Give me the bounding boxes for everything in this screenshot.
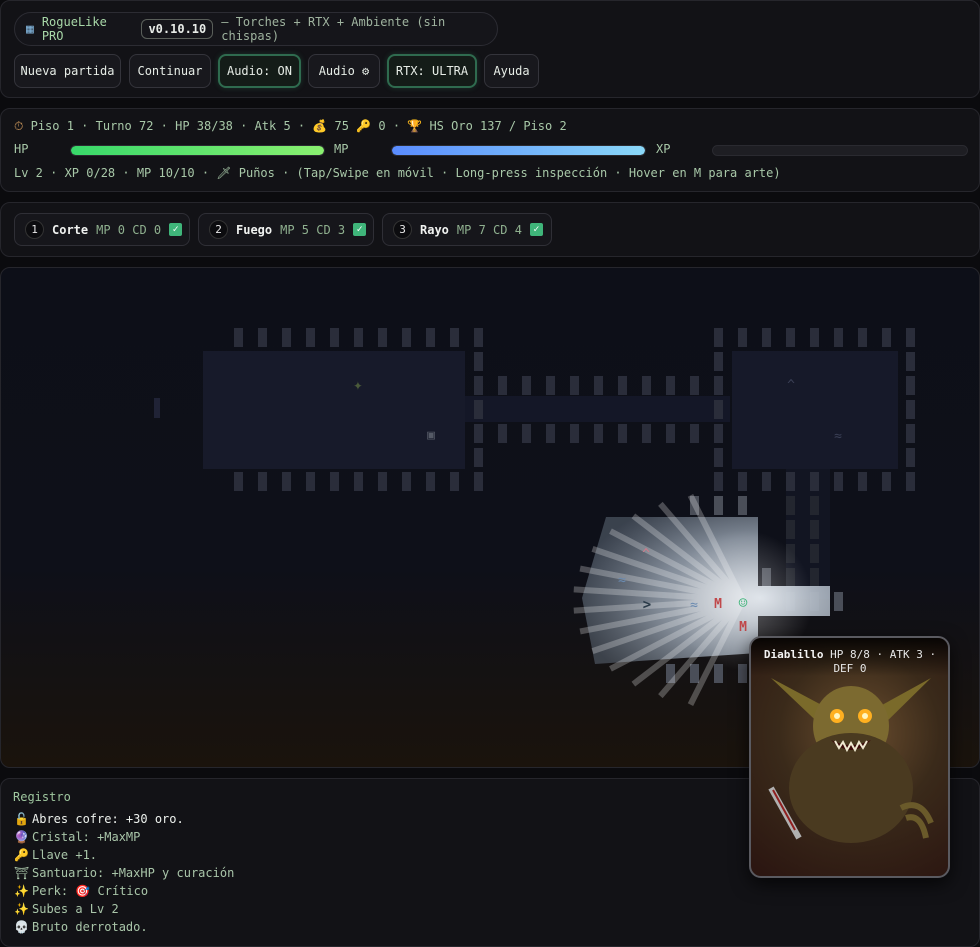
- door: [154, 398, 160, 418]
- sparkles-icon: ✨: [14, 884, 29, 898]
- stats-panel: ⏱ Piso 1 · Turno 72 · HP 38/38 · Atk 5 ·…: [0, 108, 980, 192]
- room-right: [732, 351, 898, 469]
- log-entry: ✨ Subes a Lv 2: [14, 902, 119, 916]
- log-entry: ⛩ Santuario: +MaxHP y curación: [14, 866, 235, 880]
- room-left: [203, 351, 465, 469]
- log-title: Registro: [13, 790, 71, 804]
- hp-bar: [70, 145, 325, 156]
- water-glyph: ≈: [834, 429, 842, 444]
- ready-check-icon: ✓: [353, 223, 367, 236]
- rtx-toggle-button[interactable]: RTX: ULTRA: [387, 54, 477, 88]
- mp-label: MP: [334, 142, 349, 156]
- skill-meta: MP 0 CD 0: [96, 222, 162, 237]
- xp-bar: [712, 145, 968, 156]
- skill-corte[interactable]: 1 Corte MP 0 CD 0 ✓: [14, 213, 190, 246]
- mp-bar: [391, 145, 646, 156]
- continue-button[interactable]: Continuar: [129, 54, 211, 88]
- audio-settings-button[interactable]: Audio ⚙: [308, 54, 380, 88]
- log-entry: 🔓 Abres cofre: +30 oro.: [14, 812, 184, 826]
- skill-key: 3: [393, 220, 412, 239]
- info-line: Lv 2 · XP 0/28 · MP 10/10 · 🗡 Puños · (T…: [14, 166, 781, 180]
- skill-fuego[interactable]: 2 Fuego MP 5 CD 3 ✓: [198, 213, 374, 246]
- stairs-glyph: >: [643, 597, 651, 613]
- trap-glyph: ^: [642, 547, 650, 562]
- shrine-icon: ✦: [353, 375, 363, 394]
- unlock-icon: 🔓: [14, 812, 29, 826]
- water-glyph: ≈: [690, 598, 698, 613]
- help-button[interactable]: Ayuda: [484, 54, 539, 88]
- hp-bar-fill: [71, 146, 324, 155]
- title-bar: ▦ RogueLike PRO v0.10.10 — Torches + RTX…: [14, 12, 498, 46]
- ready-check-icon: ✓: [529, 223, 543, 236]
- shrine-gate-icon: ⛩: [14, 866, 30, 880]
- player-icon: ☺: [738, 594, 747, 612]
- skill-meta: MP 7 CD 4: [456, 222, 522, 237]
- monster-glyph[interactable]: M: [714, 597, 722, 612]
- log-entry: ✨ Perk: 🎯 Crítico: [14, 884, 149, 898]
- skull-icon: 💀: [14, 920, 29, 934]
- skill-name: Corte: [52, 222, 89, 237]
- skill-rayo[interactable]: 3 Rayo MP 7 CD 4 ✓: [382, 213, 552, 246]
- version-badge: v0.10.10: [141, 19, 214, 39]
- sparkles-icon: ✨: [14, 902, 29, 916]
- corridor: [465, 396, 730, 422]
- header-panel: ▦ RogueLike PRO v0.10.10 — Torches + RTX…: [0, 0, 980, 98]
- monster-glyph[interactable]: M: [739, 620, 747, 635]
- ready-check-icon: ✓: [169, 223, 183, 236]
- skills-panel: 1 Corte MP 0 CD 0 ✓ 2 Fuego MP 5 CD 3 ✓ …: [0, 202, 980, 257]
- status-line: ⏱ Piso 1 · Turno 72 · HP 38/38 · Atk 5 ·…: [14, 119, 567, 133]
- xp-label: XP: [656, 142, 671, 156]
- monster-inspect-card: Diablillo HP 8/8 · ATK 3 · DEF 0: [749, 636, 950, 878]
- monster-stats: HP 8/8 · ATK 3 · DEF 0: [830, 648, 937, 675]
- app-subtitle: — Torches + RTX + Ambiente (sin chispas): [221, 15, 446, 43]
- skill-key: 2: [209, 220, 228, 239]
- map-icon: ▦: [26, 21, 34, 37]
- mp-bar-fill: [392, 146, 645, 155]
- log-entry: 🔑 Llave +1.: [14, 848, 98, 862]
- audio-toggle-button[interactable]: Audio: ON: [218, 54, 301, 88]
- hp-label: HP: [14, 142, 29, 156]
- new-game-button[interactable]: Nueva partida: [14, 54, 121, 88]
- skill-key: 1: [25, 220, 44, 239]
- skill-name: Rayo: [420, 222, 449, 237]
- app-name: RogueLike PRO: [41, 15, 107, 43]
- monster-name: Diablillo: [763, 648, 824, 661]
- key-icon: 🔑: [14, 848, 29, 862]
- skill-meta: MP 5 CD 3: [280, 222, 346, 237]
- trap-glyph: ^: [787, 378, 795, 393]
- log-entry: 🔮 Cristal: +MaxMP: [14, 830, 141, 844]
- water-glyph: ≈: [618, 573, 626, 588]
- monster-caption: Diablillo HP 8/8 · ATK 3 · DEF 0: [751, 638, 948, 676]
- skill-name: Fuego: [236, 222, 273, 237]
- log-entry: 💀 Bruto derrotado.: [14, 920, 148, 934]
- clock-icon: ⏱: [14, 119, 24, 133]
- chest-icon: ▣: [427, 428, 435, 443]
- crystal-icon: 🔮: [14, 830, 29, 844]
